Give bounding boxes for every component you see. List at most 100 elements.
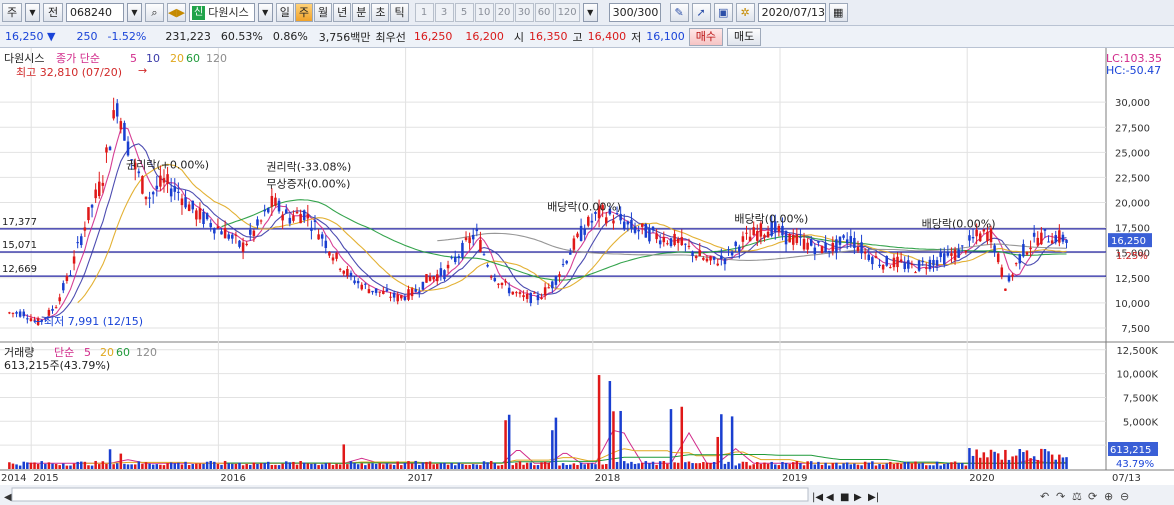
interval-button-60[interactable]: 60 [534,3,554,22]
calendar-icon[interactable]: ▦ [828,3,848,22]
candle-body [159,175,162,187]
candle-body [245,243,248,246]
interval-button-10[interactable]: 10 [474,3,494,22]
tool-icon[interactable]: ✎ [669,3,689,22]
time-tick-label: 2020 [969,473,994,484]
volume-bar [633,463,637,469]
period-button-2[interactable]: 월 [313,3,333,22]
candle-body [169,188,173,197]
candle-body [579,225,583,241]
settings-icon[interactable]: ✲ [735,3,755,22]
nav-control-icon: ▶ [854,492,862,503]
candle-body [612,220,615,224]
candle-body [730,251,734,256]
candle-body [489,276,493,278]
candle-body [414,289,417,292]
market-select-button[interactable]: 주 [2,3,22,22]
volume-bar [40,461,43,469]
volume-bar [989,449,993,469]
period-button-4[interactable]: 분 [352,3,371,22]
volume-bar [738,463,741,469]
candle-body [633,226,637,233]
volume-bar [921,462,924,469]
period-button-0[interactable]: 일 [275,3,294,22]
candle-body [518,292,522,294]
buy-button[interactable]: 매수 [688,27,724,46]
price-tick-label: 22,500 [1115,173,1150,184]
market-dropdown-icon[interactable]: ▼ [25,3,40,22]
code-dropdown-icon[interactable]: ▼ [127,3,142,22]
candle-body [432,276,435,280]
stock-code-input[interactable]: 068240 [66,3,124,22]
candle-body [788,234,791,243]
volume-bar [389,464,392,469]
volume-bar [115,463,119,469]
candle-body [881,264,885,270]
candle-body [551,281,554,289]
volume-bar [993,451,996,469]
candle-body [694,256,698,259]
volume-bar [1004,449,1007,469]
volume-bar [1032,456,1036,469]
candle-body [504,281,507,283]
candle-body [270,195,274,207]
date-input[interactable]: 2020/07/13 [757,3,826,22]
candle-body [655,233,658,240]
volume-bar [18,465,22,469]
candle-body [252,230,256,236]
candle-body [1061,234,1065,242]
period-button-1[interactable]: 주 [294,3,313,22]
event-annotation: 배당락(0.00%) [547,201,621,214]
volume-bar [950,462,953,469]
period-button-5[interactable]: 초 [371,3,390,22]
volume-bar [1007,459,1011,469]
candle-body [436,274,439,282]
open-value: 16,350 [529,30,568,43]
prefix-button[interactable]: 전 [43,3,63,22]
volume-bar [382,464,385,469]
period-button-3[interactable]: 년 [333,3,352,22]
max-price-label: 최고 32,810 (07/20) [16,66,122,79]
interval-button-5[interactable]: 5 [454,3,474,22]
candle-body [123,122,126,141]
volume-bar [968,448,971,469]
search-icon[interactable]: ⌕ [145,3,164,22]
interval-button-3[interactable]: 3 [434,3,454,22]
interval-button-1[interactable]: 1 [414,3,434,22]
volume-bar [403,462,407,469]
volume-bar [54,464,58,469]
candle-body [51,308,54,311]
volume-bar [69,465,72,469]
volume-bar [684,462,687,469]
stock-name-dropdown-icon[interactable]: ▼ [257,3,273,22]
volume-bar [457,462,461,469]
volume-bar [80,461,83,469]
candle-body [54,307,58,309]
volume-bar [400,465,403,469]
candle-body [529,292,533,304]
volume-bar [935,461,939,469]
save-icon[interactable]: ▣ [713,3,733,22]
candle-body [1018,254,1022,264]
period-button-6[interactable]: 틱 [390,3,409,22]
candle-body [241,242,245,252]
prev-next-icon[interactable]: ◀▶ [167,3,186,22]
sell-button[interactable]: 매도 [727,27,762,46]
interval-button-20[interactable]: 20 [494,3,514,22]
volume-bar [1047,451,1050,469]
count-input[interactable]: 300/300 [608,3,661,22]
interval-button-120[interactable]: 120 [554,3,580,22]
candle-body [367,289,371,294]
volume-bar [90,465,94,469]
volume-bar [982,452,986,469]
interval-button-30[interactable]: 30 [514,3,534,22]
price-volume-chart[interactable]: 7,50010,00012,50015,00017,50020,00022,50… [0,48,1174,505]
volume-bar [33,462,36,469]
volume-bar [227,463,230,469]
stock-name-field[interactable]: 신 다원시스 [189,3,255,22]
interval-dropdown-icon[interactable]: ▼ [582,3,598,22]
arrow-tool-icon[interactable]: ➚ [691,3,711,22]
candle-body [216,226,220,229]
volume-bar [698,463,702,469]
volume-bar [292,461,295,469]
